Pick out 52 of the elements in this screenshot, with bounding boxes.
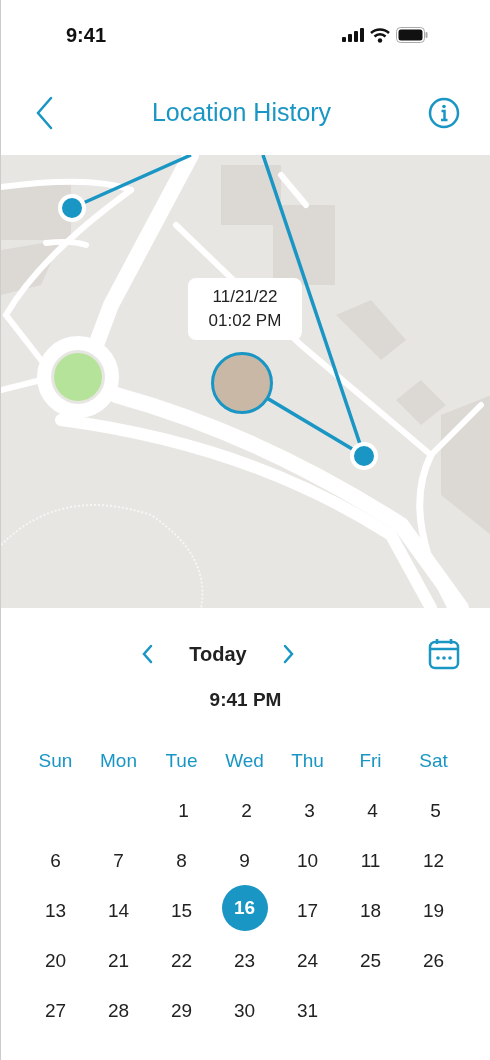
calendar-button[interactable] xyxy=(428,638,460,670)
back-button[interactable] xyxy=(35,95,55,130)
calendar-day[interactable]: 28 xyxy=(95,991,142,1031)
previous-day-button[interactable] xyxy=(141,644,153,664)
page-title: Location History xyxy=(151,98,332,127)
calendar-day[interactable]: 9 xyxy=(221,841,268,881)
calendar-day[interactable]: 11 xyxy=(347,841,394,881)
calendar-day[interactable]: 7 xyxy=(95,841,142,881)
calendar-day[interactable]: 20 xyxy=(32,941,79,981)
calendar-day[interactable]: 24 xyxy=(284,941,331,981)
wifi-icon xyxy=(370,27,390,43)
calendar-day[interactable]: 22 xyxy=(158,941,205,981)
tooltip-time: 01:02 PM xyxy=(208,310,282,332)
calendar-day[interactable]: 8 xyxy=(158,841,205,881)
calendar-day[interactable]: 6 xyxy=(32,841,79,881)
weekday-label: Sun xyxy=(37,751,74,773)
calendar-day[interactable]: 3 xyxy=(286,791,333,831)
calendar-day[interactable]: 30 xyxy=(221,991,268,1031)
calendar-day[interactable]: 5 xyxy=(412,791,459,831)
date-label: Today xyxy=(188,642,248,666)
calendar-day[interactable]: 4 xyxy=(349,791,396,831)
calendar-day[interactable]: 18 xyxy=(347,891,394,931)
calendar-day[interactable]: 29 xyxy=(158,991,205,1031)
calendar-day[interactable]: 2 xyxy=(223,791,270,831)
calendar-day[interactable]: 31 xyxy=(284,991,331,1031)
calendar-day[interactable]: 25 xyxy=(347,941,394,981)
calendar-day[interactable]: 26 xyxy=(410,941,457,981)
weekday-label: Thu xyxy=(290,751,325,773)
weekday-label: Tue xyxy=(164,751,199,773)
signal-icon xyxy=(342,28,364,42)
calendar-day[interactable]: 13 xyxy=(32,891,79,931)
next-day-button[interactable] xyxy=(283,644,295,664)
calendar-day[interactable]: 1 xyxy=(160,791,207,831)
weekday-label: Fri xyxy=(358,751,383,773)
weekday-label: Sat xyxy=(418,751,449,773)
calendar-day[interactable]: 19 xyxy=(410,891,457,931)
calendar-day[interactable]: 10 xyxy=(284,841,331,881)
calendar-day[interactable]: 27 xyxy=(32,991,79,1031)
calendar-day[interactable]: 15 xyxy=(158,891,205,931)
calendar-day[interactable]: 17 xyxy=(284,891,331,931)
calendar-day[interactable]: 23 xyxy=(221,941,268,981)
calendar-day[interactable]: 12 xyxy=(410,841,457,881)
info-button[interactable] xyxy=(428,96,460,129)
tooltip-date: 11/21/22 xyxy=(212,286,278,308)
weekday-label: Wed xyxy=(224,751,265,773)
calendar-day[interactable]: 14 xyxy=(95,891,142,931)
calendar-day[interactable]: 21 xyxy=(95,941,142,981)
battery-icon xyxy=(396,27,428,43)
status-time: 9:41 xyxy=(66,23,107,47)
map-view[interactable]: 11/21/22 01:02 PM xyxy=(1,155,490,608)
time-label: 9:41 PM xyxy=(208,689,283,711)
weekday-label: Mon xyxy=(99,751,138,773)
